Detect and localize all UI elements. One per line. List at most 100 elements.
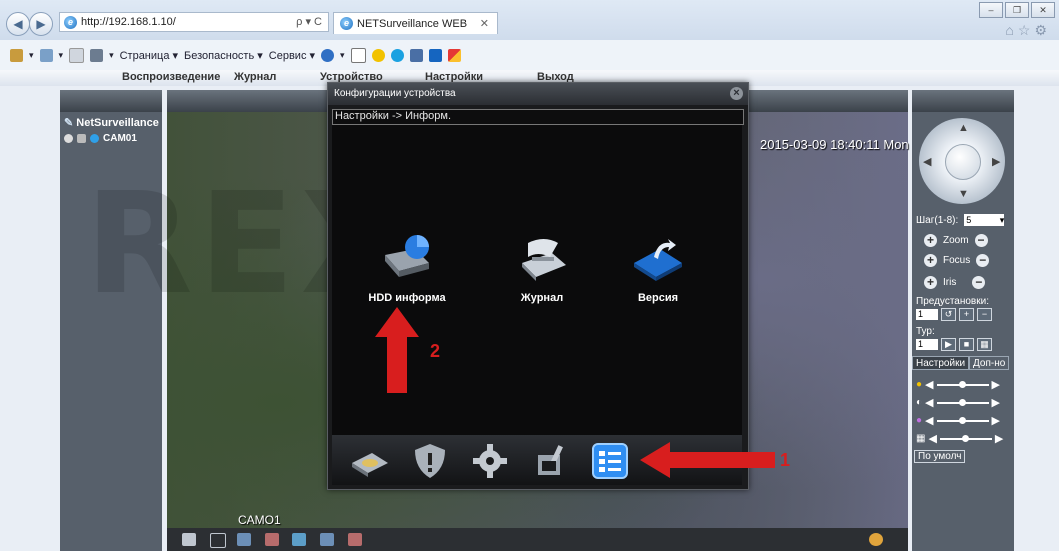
camera-tree-item[interactable]: CAM01 [64, 133, 137, 144]
tab-image-settings[interactable]: Настройки [912, 356, 970, 370]
tab-close-icon[interactable]: ✕ [480, 17, 489, 30]
ptz-right-icon[interactable]: ▶ [992, 155, 1000, 168]
iris-close-button[interactable]: − [972, 276, 986, 289]
slider-left-icon[interactable]: ◀ [925, 396, 933, 409]
forward-button[interactable]: ▶ [29, 12, 53, 36]
hdd-icon[interactable] [350, 441, 390, 481]
zoom-out-button[interactable]: − [974, 234, 988, 247]
bluetooth-icon[interactable] [428, 48, 442, 62]
stop-record-icon[interactable] [265, 533, 279, 546]
address-url[interactable]: http://192.168.1.10/ [81, 16, 176, 28]
menu-log[interactable]: Журнал [234, 71, 276, 83]
close-icon[interactable]: ✕ [1031, 2, 1055, 18]
brightness-icon: ● [916, 379, 923, 390]
dropdown-icon[interactable]: ▾ [109, 50, 114, 61]
gear-icon[interactable] [470, 441, 510, 481]
restore-icon[interactable]: ❐ [1005, 2, 1029, 18]
hdd-info-item[interactable]: HDD информа [357, 233, 457, 304]
min-icon[interactable]: – [979, 2, 1003, 18]
ptz-up-icon[interactable]: ▲ [958, 122, 969, 134]
snapshot-icon[interactable] [292, 533, 306, 546]
preset-goto-button[interactable]: ↺ [941, 308, 956, 321]
focus-out-button[interactable]: − [976, 254, 990, 267]
addon-k-icon[interactable] [447, 48, 461, 62]
tour-stop-button[interactable]: ■ [959, 338, 974, 351]
addon-icon[interactable] [350, 47, 366, 63]
tools-icon[interactable] [530, 441, 570, 481]
mail-icon[interactable] [69, 47, 85, 63]
log-item[interactable]: Журнал [492, 233, 592, 304]
step-select[interactable]: 5 ▾ [964, 214, 1005, 226]
slider-right-icon[interactable]: ▶ [995, 432, 1003, 445]
gear-icon[interactable]: ⚙ [1034, 22, 1051, 38]
dialog-titlebar: Конфигурации устройства × [328, 83, 748, 105]
browser-tab[interactable]: e NETSurveillance WEB ✕ [333, 12, 498, 34]
preset-add-button[interactable]: + [959, 308, 974, 321]
version-label: Версия [637, 292, 679, 304]
record-status-icon[interactable] [64, 134, 73, 143]
slider-knob[interactable] [958, 416, 966, 424]
slider-knob[interactable] [958, 380, 966, 388]
ptz-down-icon[interactable]: ▼ [958, 188, 969, 200]
device-tree-root[interactable]: ✎ NetSurveillance [64, 116, 159, 129]
star-icon[interactable]: ☆ [1018, 22, 1035, 38]
slider-right-icon[interactable]: ▶ [992, 378, 1000, 391]
video-camera-label: CAMO1 [238, 513, 281, 527]
slider-knob[interactable] [961, 434, 969, 442]
dialog-close-icon[interactable]: × [730, 87, 743, 100]
hue-slider[interactable]: ▦ ◀ ▶ [916, 432, 1003, 445]
focus-in-button[interactable]: + [924, 254, 937, 267]
default-button[interactable]: По умолч [914, 450, 966, 463]
talk-icon[interactable] [320, 533, 334, 546]
saturation-slider[interactable]: ● ◀ ▶ [916, 414, 1000, 427]
tab-extra[interactable]: Доп-но [969, 356, 1010, 370]
skype-icon[interactable] [390, 48, 404, 62]
address-bar[interactable]: e http://192.168.1.10/ ρ ▾ C [59, 12, 329, 32]
record-icon[interactable] [237, 533, 251, 546]
menu-page[interactable]: Страница ▾ [120, 49, 178, 62]
back-button[interactable]: ◀ [6, 12, 30, 36]
menu-security[interactable]: Безопасность ▾ [184, 49, 263, 62]
iris-open-button[interactable]: + [924, 276, 937, 289]
feeds-icon[interactable] [39, 48, 53, 62]
dropdown-icon[interactable]: ▾ [29, 50, 34, 61]
focus-row: + Focus − [924, 254, 990, 267]
version-item[interactable]: Версия [608, 233, 708, 304]
preset-remove-button[interactable]: − [977, 308, 992, 321]
dropdown-icon[interactable]: ▾ [340, 50, 345, 61]
help-icon[interactable] [321, 48, 335, 62]
fullscreen-icon[interactable] [182, 533, 196, 546]
shield-icon[interactable] [410, 441, 450, 481]
info-list-icon[interactable] [590, 441, 630, 481]
home-icon[interactable]: ⌂ [1005, 22, 1017, 38]
zoom-in-button[interactable]: + [924, 234, 937, 247]
home-cmd-icon[interactable] [10, 48, 23, 62]
slider-left-icon[interactable]: ◀ [925, 378, 933, 391]
ptz-left-icon[interactable]: ◀ [923, 155, 931, 168]
brightness-slider[interactable]: ● ◀ ▶ [916, 378, 1000, 391]
tour-grid-button[interactable]: ▦ [977, 338, 992, 351]
play-icon[interactable] [77, 134, 86, 143]
address-controls[interactable]: ρ ▾ C [296, 15, 322, 28]
slider-right-icon[interactable]: ▶ [992, 396, 1000, 409]
contrast-slider[interactable]: ◐ ◀ ▶ [916, 396, 1000, 409]
menu-tools[interactable]: Сервис ▾ [269, 49, 315, 62]
tour-play-button[interactable]: ▶ [941, 338, 956, 351]
close-video-icon[interactable] [348, 533, 362, 546]
ptz-center-button[interactable] [945, 144, 981, 180]
slider-left-icon[interactable]: ◀ [925, 414, 933, 427]
single-view-icon[interactable] [210, 533, 226, 548]
menu-playback[interactable]: Воспроизведение [122, 71, 220, 83]
dropdown-icon[interactable]: ▾ [59, 50, 64, 61]
addon-grid-icon[interactable] [409, 48, 423, 62]
tour-input[interactable]: 1 [916, 339, 938, 350]
addon-sun-icon[interactable] [371, 48, 385, 62]
zoom-label: Zoom [943, 235, 969, 246]
slider-knob[interactable] [958, 398, 966, 406]
print-icon[interactable] [90, 48, 104, 62]
volume-icon[interactable] [869, 533, 883, 546]
ptz-control[interactable]: ▲ ▼ ◀ ▶ [919, 118, 1005, 204]
slider-left-icon[interactable]: ◀ [928, 432, 936, 445]
slider-right-icon[interactable]: ▶ [992, 414, 1000, 427]
preset-input[interactable]: 1 [916, 309, 938, 320]
